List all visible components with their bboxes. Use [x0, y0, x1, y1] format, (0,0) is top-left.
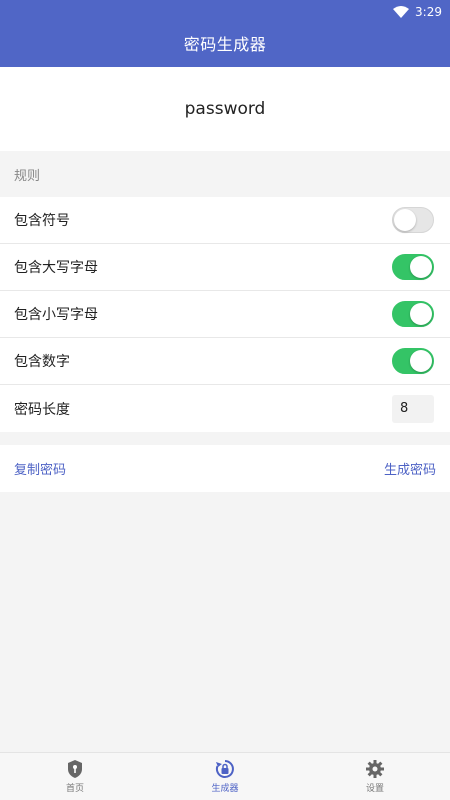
digits-toggle[interactable] — [392, 348, 434, 374]
rules-header-label: 规则 — [14, 168, 41, 184]
tab-home-label: 首页 — [65, 784, 84, 794]
rules-list: 包含符号 包含大写字母 包含小写字母 包含数字 密码长度 8 — [0, 197, 450, 432]
rule-row-length: 密码长度 8 — [0, 385, 450, 432]
shield-icon — [68, 760, 82, 778]
rule-label: 包含大写字母 — [14, 260, 98, 276]
rule-label: 包含数字 — [14, 354, 70, 370]
toggle-knob — [394, 209, 416, 231]
rule-row-lowercase: 包含小写字母 — [0, 291, 450, 338]
length-input[interactable]: 8 — [392, 394, 434, 423]
password-display[interactable]: password — [0, 67, 450, 151]
rule-row-uppercase: 包含大写字母 — [0, 244, 450, 291]
rule-row-symbols: 包含符号 — [0, 197, 450, 244]
tab-settings[interactable]: 设置 — [300, 753, 450, 800]
wifi-icon — [393, 6, 410, 18]
copy-password-button[interactable]: 复制密码 — [14, 459, 66, 478]
refresh-lock-icon — [215, 760, 234, 778]
action-bar: 复制密码 生成密码 — [0, 445, 450, 492]
lowercase-toggle[interactable] — [392, 301, 434, 327]
tab-generator[interactable]: 生成器 — [150, 753, 300, 800]
gear-icon — [366, 760, 384, 778]
tab-settings-label: 设置 — [365, 784, 384, 794]
generate-password-button[interactable]: 生成密码 — [384, 459, 436, 478]
status-bar: 3:29 — [393, 3, 442, 21]
bottom-tab-bar: 首页 生成器 设置 — [0, 752, 450, 800]
tab-generator-label: 生成器 — [211, 784, 239, 794]
uppercase-toggle[interactable] — [392, 254, 434, 280]
toggle-knob — [410, 256, 432, 278]
rule-label: 密码长度 — [14, 401, 70, 418]
tab-home[interactable]: 首页 — [0, 753, 150, 800]
rule-row-digits: 包含数字 — [0, 338, 450, 385]
app-bar: 3:29 密码生成器 — [0, 0, 450, 67]
symbols-toggle[interactable] — [392, 207, 434, 233]
rule-label: 包含符号 — [14, 213, 70, 229]
toggle-knob — [410, 303, 432, 325]
status-time: 3:29 — [415, 5, 442, 19]
password-text[interactable]: password — [185, 99, 266, 119]
rules-section-header: 规则 — [0, 151, 450, 197]
toggle-knob — [410, 350, 432, 372]
rule-label: 包含小写字母 — [14, 307, 98, 323]
page-title: 密码生成器 — [183, 35, 267, 54]
